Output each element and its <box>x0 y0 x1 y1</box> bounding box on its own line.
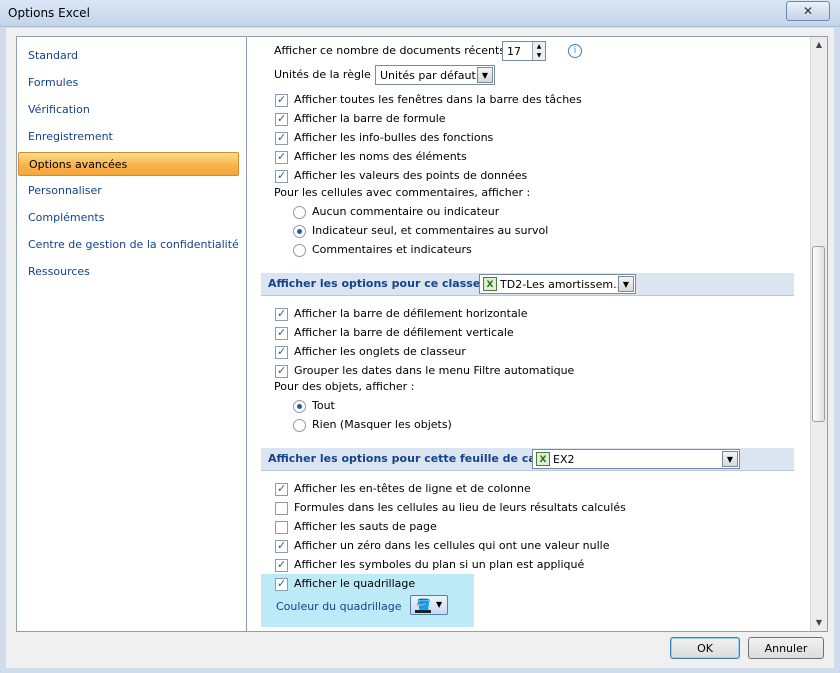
window-title: Options Excel <box>8 6 90 20</box>
checkbox[interactable] <box>275 556 288 574</box>
nav-item[interactable]: Vérification <box>18 98 239 122</box>
nav-item[interactable]: Compléments <box>18 206 239 230</box>
checkbox[interactable] <box>275 480 288 498</box>
nav-item[interactable]: Formules <box>18 71 239 95</box>
option-label: Afficher les sauts de page <box>294 520 437 533</box>
scroll-up-icon[interactable]: ▲ <box>811 37 827 53</box>
vertical-scrollbar[interactable]: ▲ ▼ <box>810 37 827 631</box>
scroll-thumb[interactable] <box>812 246 825 422</box>
close-button[interactable]: ✕ <box>786 1 830 21</box>
option-label: Commentaires et indicateurs <box>312 243 472 256</box>
option-label: Formules dans les cellules au lieu de le… <box>294 501 626 514</box>
chevron-down-icon: ▼ <box>436 600 443 609</box>
title-bar: Options Excel ✕ <box>0 0 840 27</box>
ok-button[interactable]: OK <box>670 637 740 659</box>
chevron-down-icon[interactable]: ▼ <box>618 276 634 292</box>
recent-docs-row: Afficher ce nombre de documents récents … <box>274 42 512 60</box>
option-label: Afficher les info-bulles des fonctions <box>294 131 494 144</box>
option-label: Afficher la barre de formule <box>294 112 446 125</box>
excel-sheet-icon: X <box>536 452 550 466</box>
recent-docs-label: Afficher ce nombre de documents récents … <box>274 44 513 57</box>
cancel-button[interactable]: Annuler <box>748 637 824 659</box>
checkbox[interactable] <box>275 305 288 323</box>
option-label: Afficher la barre de défilement horizont… <box>294 307 528 320</box>
radio-button[interactable] <box>293 244 306 257</box>
option-label: Aucun commentaire ou indicateur <box>312 205 500 218</box>
option-label: Indicateur seul, et commentaires au surv… <box>312 224 549 237</box>
checkbox[interactable] <box>275 167 288 185</box>
sheet-value: EX2 <box>553 453 575 466</box>
option-label: Afficher le quadrillage <box>294 577 416 590</box>
checkbox[interactable] <box>275 362 288 380</box>
radio-button[interactable] <box>293 206 306 219</box>
color-swatch <box>415 610 431 613</box>
close-icon: ✕ <box>802 4 814 18</box>
radio-button[interactable] <box>293 419 306 432</box>
option-label: Tout <box>312 399 335 412</box>
workbook-section-title: Afficher les options pour ce classeur : <box>268 277 502 290</box>
checkbox[interactable] <box>275 91 288 109</box>
nav-item[interactable]: Personnaliser <box>18 179 239 203</box>
option-label: Afficher les valeurs des points de donné… <box>294 169 528 182</box>
nav-item[interactable]: Options avancées <box>18 152 239 176</box>
dialog-body: Standard Formules Vérification Enregistreme… <box>6 28 834 668</box>
checkbox[interactable] <box>275 129 288 147</box>
checkbox[interactable] <box>275 537 288 555</box>
ruler-units-value: Unités par défaut <box>380 69 476 82</box>
checkbox[interactable] <box>275 575 288 593</box>
ruler-units-dropdown[interactable]: Unités par défaut ▼ <box>375 65 495 85</box>
chevron-down-icon[interactable]: ▼ <box>722 451 738 467</box>
scroll-down-icon[interactable]: ▼ <box>811 615 827 631</box>
grid-color-button[interactable]: 🪣 ▼ <box>410 595 448 615</box>
option-label: Afficher toutes les fenêtres dans la bar… <box>294 93 582 106</box>
recent-docs-spinner[interactable]: 17 ▲ ▼ <box>502 41 546 61</box>
option-label: Afficher un zéro dans les cellules qui o… <box>294 539 610 552</box>
radio-button[interactable] <box>293 400 306 413</box>
nav-item[interactable]: Centre de gestion de la confidentialité <box>18 233 239 257</box>
checkbox[interactable] <box>275 110 288 128</box>
spin-down-icon[interactable]: ▼ <box>532 51 545 60</box>
spin-up-icon[interactable]: ▲ <box>532 42 545 51</box>
sheet-dropdown[interactable]: X EX2 ▼ <box>532 449 740 469</box>
radio-button[interactable] <box>293 225 306 238</box>
category-nav: Standard Formules Vérification Enregistreme… <box>16 36 247 632</box>
nav-item[interactable]: Ressources <box>18 260 239 284</box>
option-label: Afficher les onglets de classeur <box>294 345 466 358</box>
objects-heading: Pour des objets, afficher : <box>274 378 414 396</box>
checkbox[interactable] <box>275 521 288 534</box>
ruler-units-label: Unités de la règle <box>274 68 371 81</box>
grid-color-row: Couleur du quadrillage <box>276 598 402 616</box>
option-label: Rien (Masquer les objets) <box>312 418 452 431</box>
chevron-down-icon[interactable]: ▼ <box>477 67 493 83</box>
workbook-dropdown[interactable]: X TD2-Les amortissem... ▼ <box>479 274 636 294</box>
excel-workbook-icon: X <box>483 277 497 291</box>
comments-heading: Pour les cellules avec commentaires, aff… <box>274 184 530 202</box>
grid-color-label: Couleur du quadrillage <box>276 600 402 613</box>
comments-heading-text: Pour les cellules avec commentaires, aff… <box>274 186 531 199</box>
objects-heading-text: Pour des objets, afficher : <box>274 380 415 393</box>
option-label: Afficher la barre de défilement vertical… <box>294 326 514 339</box>
ruler-units-row: Unités de la règle <box>274 66 371 84</box>
nav-item[interactable]: Standard <box>18 44 239 68</box>
checkbox[interactable] <box>275 148 288 166</box>
info-icon[interactable]: i <box>568 44 582 58</box>
option-label: Afficher les symboles du plan si un plan… <box>294 558 585 571</box>
checkbox[interactable] <box>275 502 288 515</box>
recent-docs-value: 17 <box>507 45 521 58</box>
checkbox[interactable] <box>275 324 288 342</box>
nav-item[interactable]: Enregistrement <box>18 125 239 149</box>
option-label: Afficher les noms des éléments <box>294 150 467 163</box>
checkbox[interactable] <box>275 343 288 361</box>
workbook-value: TD2-Les amortissem... <box>500 278 624 291</box>
option-label: Afficher les en-têtes de ligne et de col… <box>294 482 531 495</box>
options-panel: Afficher ce nombre de documents récents … <box>246 36 828 632</box>
sheet-section-title: Afficher les options pour cette feuille … <box>268 452 566 465</box>
